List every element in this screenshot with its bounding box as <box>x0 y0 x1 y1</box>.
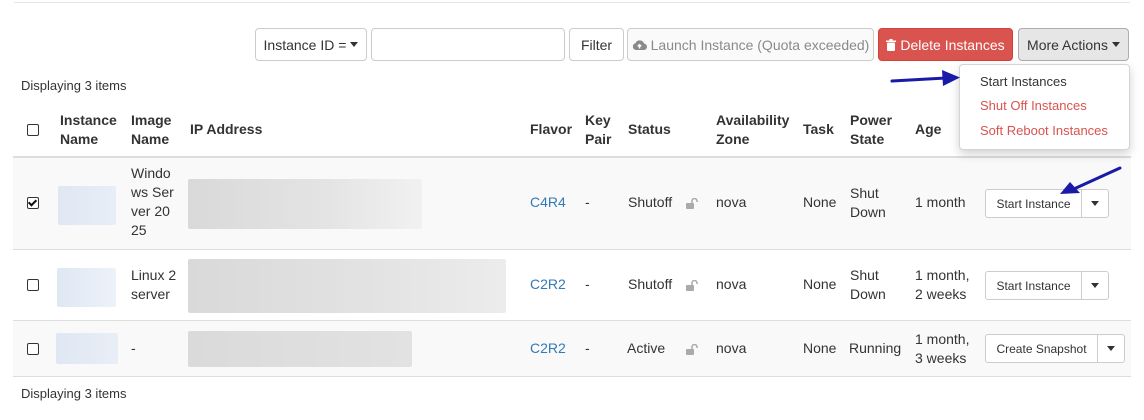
launch-instance-label: Launch Instance (Quota exceeded) <box>650 36 870 53</box>
row-checkbox[interactable] <box>27 343 39 355</box>
annotation-arrow-icon <box>1060 166 1122 194</box>
age: 1 month, 2 weeks <box>915 267 970 302</box>
filter-button-label: Filter <box>580 36 613 53</box>
availability-zone: nova <box>716 340 747 356</box>
top-divider <box>14 2 1130 3</box>
caret-down-icon <box>350 42 359 47</box>
row-actions-toggle[interactable] <box>1097 334 1125 363</box>
item-count-top: Displaying 3 items <box>21 78 127 93</box>
task: None <box>803 276 837 292</box>
row-action-group: Create Snapshot <box>985 334 1125 363</box>
flavor-link[interactable]: C2R2 <box>530 339 566 358</box>
availability-zone: nova <box>716 194 747 210</box>
key-pair: - <box>585 194 590 210</box>
header-power-state[interactable]: Power State <box>850 111 892 149</box>
unlock-icon[interactable] <box>686 278 698 294</box>
row-checkbox[interactable] <box>27 197 39 209</box>
instance-name-redacted <box>57 268 116 307</box>
header-image-name[interactable]: Image Name <box>131 111 171 149</box>
trash-icon <box>886 38 897 51</box>
ip-address-redacted <box>188 179 422 229</box>
row-action-group: Start Instance <box>985 271 1109 300</box>
filter-field-label: Instance ID = <box>263 36 347 53</box>
status: Shutoff <box>628 194 673 210</box>
caret-down-icon <box>1111 42 1120 47</box>
age: 1 month, 3 weeks <box>915 331 970 366</box>
delete-instances-label: Delete Instances <box>900 36 1005 53</box>
power-state: Running <box>849 340 902 356</box>
item-count-bottom: Displaying 3 items <box>21 386 127 401</box>
header-ip-address[interactable]: IP Address <box>190 120 262 139</box>
key-pair: - <box>585 340 590 356</box>
launch-instance-button[interactable]: Launch Instance (Quota exceeded) <box>627 28 874 61</box>
image-name: Linux 2 server <box>131 267 177 302</box>
row-actions-toggle[interactable] <box>1081 271 1109 300</box>
select-all-checkbox[interactable] <box>27 124 39 136</box>
cloud-upload-icon <box>632 39 647 51</box>
task: None <box>803 194 837 210</box>
menu-item-soft-reboot-instances[interactable]: Soft Reboot Instances <box>980 123 1108 138</box>
header-flavor[interactable]: Flavor <box>530 120 572 139</box>
start-instance-button[interactable]: Start Instance <box>985 271 1081 300</box>
create-snapshot-button[interactable]: Create Snapshot <box>985 334 1097 363</box>
image-name: - <box>131 340 136 356</box>
status: Shutoff <box>628 276 673 292</box>
power-state: Shut Down <box>850 185 886 220</box>
key-pair: - <box>585 276 590 292</box>
image-name: Windo ws Ser ver 20 25 <box>131 165 174 238</box>
availability-zone: nova <box>716 276 747 292</box>
more-actions-button[interactable]: More Actions <box>1018 28 1129 61</box>
caret-down-icon <box>1091 201 1099 206</box>
flavor-link[interactable]: C2R2 <box>530 275 566 294</box>
unlock-icon[interactable] <box>686 342 698 358</box>
ip-address-redacted <box>188 259 506 313</box>
more-actions-label: More Actions <box>1027 36 1108 53</box>
more-actions-menu: Start Instances Shut Off Instances Soft … <box>959 64 1130 150</box>
power-state: Shut Down <box>850 267 886 302</box>
filter-field-select[interactable]: Instance ID = <box>255 28 367 61</box>
flavor-link[interactable]: C4R4 <box>530 193 566 212</box>
header-task[interactable]: Task <box>803 120 834 139</box>
header-key-pair[interactable]: Key Pair <box>585 111 611 149</box>
header-status[interactable]: Status <box>628 120 671 139</box>
status: Active <box>627 340 666 356</box>
header-instance-name[interactable]: Instance Name <box>60 111 117 149</box>
menu-item-shut-off-instances[interactable]: Shut Off Instances <box>980 98 1087 113</box>
task: None <box>803 340 837 356</box>
delete-instances-button[interactable]: Delete Instances <box>878 28 1013 61</box>
caret-down-icon <box>1107 346 1115 351</box>
table-bottom-divider <box>13 376 1131 377</box>
caret-down-icon <box>1091 283 1099 288</box>
annotation-arrow-icon <box>890 70 960 86</box>
menu-item-start-instances[interactable]: Start Instances <box>980 74 1067 89</box>
age: 1 month <box>915 194 966 210</box>
header-age[interactable]: Age <box>915 120 941 139</box>
instance-name-redacted <box>58 186 116 225</box>
filter-search-input[interactable] <box>371 28 565 61</box>
header-availability-zone[interactable]: Availability Zone <box>716 111 789 149</box>
filter-button[interactable]: Filter <box>569 28 624 61</box>
row-checkbox[interactable] <box>27 279 39 291</box>
instance-name-redacted <box>56 333 118 364</box>
unlock-icon[interactable] <box>686 196 698 212</box>
ip-address-redacted <box>188 331 412 367</box>
